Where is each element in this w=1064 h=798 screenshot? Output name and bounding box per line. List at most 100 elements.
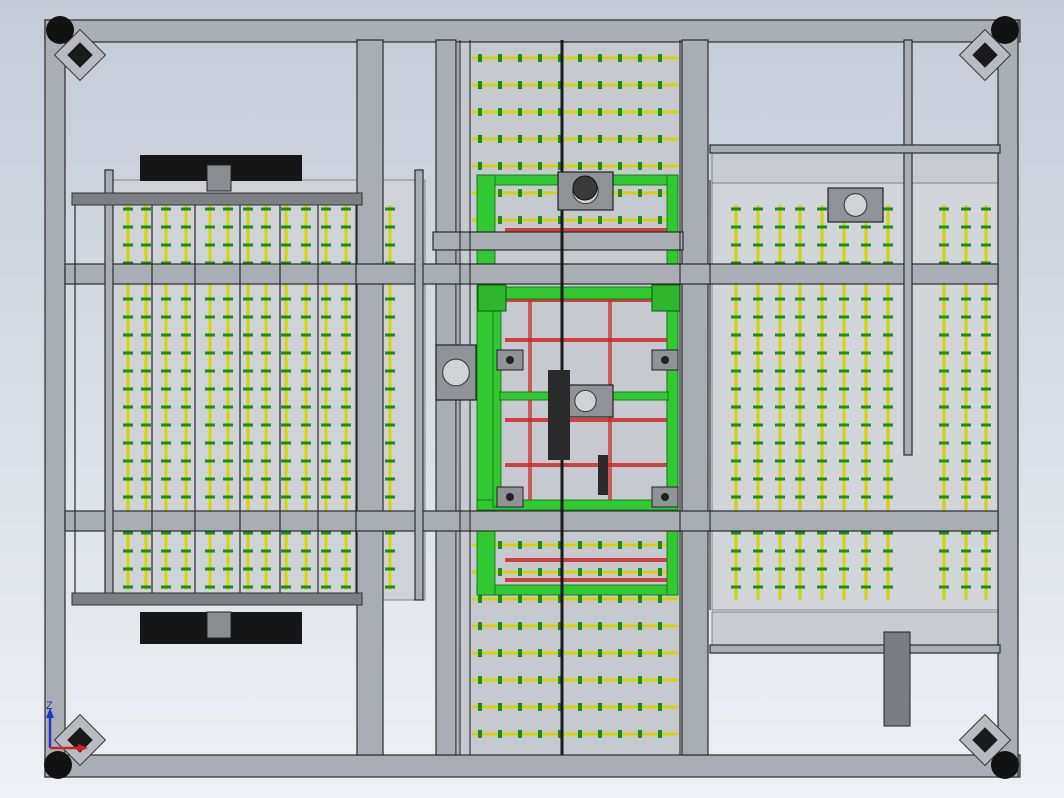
roller-ring [598,135,602,143]
roller-ring [578,649,582,657]
roller-ring [961,297,971,301]
roller-ring [205,441,215,445]
roller-ring [839,531,849,535]
roller-ring [578,676,582,684]
roller-ring [817,585,827,589]
green-frame-bar [476,286,679,300]
roller-ring [261,459,271,463]
roller-ring [961,477,971,481]
roller-ring [638,54,642,62]
roller-ring [753,207,763,211]
roller-ring [341,459,351,463]
roller-ring [223,549,233,553]
cylinder-bolt [506,356,514,364]
roller-ring [861,423,871,427]
roller-ring [961,441,971,445]
roller-ring [181,441,191,445]
roller-ring [861,243,871,247]
roller-ring [223,387,233,391]
roller-ring [731,297,741,301]
roller-ring [861,495,871,499]
roller-ring [817,405,827,409]
roller-ring [961,567,971,571]
roller-ring [243,477,253,481]
roller-ring [658,135,662,143]
roller-ring [538,676,542,684]
roller-ring [598,676,602,684]
roller-ring [598,162,602,170]
roller-ring [478,54,482,62]
roller-ring [385,225,395,229]
roller-ring [598,81,602,89]
roller-ring [638,541,642,549]
roller-ring [243,531,253,535]
roller-ring [385,297,395,301]
roller-ring [161,567,171,571]
roller-ring [638,162,642,170]
roller-ring [161,531,171,535]
roller-ring [753,315,763,319]
roller-ring [205,225,215,229]
roller-ring [618,189,622,197]
roller-ring [618,649,622,657]
roller-ring [123,243,133,247]
roller-ring [321,531,331,535]
roller-ring [223,531,233,535]
roller-ring [385,459,395,463]
roller-ring [618,730,622,738]
roller-ring [123,369,133,373]
roller-ring [658,541,662,549]
roller-ring [618,622,622,630]
roller-ring [795,549,805,553]
roller-ring [961,333,971,337]
roller-ring [141,315,151,319]
frame-right-post [997,19,1019,778]
roller-ring [321,459,331,463]
roller-ring [795,495,805,499]
roller-ring [753,567,763,571]
roller-ring [498,703,502,711]
roller-ring [205,243,215,247]
roller-ring [281,459,291,463]
roller-ring [817,387,827,391]
roller-ring [243,441,253,445]
roller-ring [618,162,622,170]
roller-ring [385,567,395,571]
red-belt [505,578,675,582]
roller-ring [731,531,741,535]
roller-ring [839,567,849,571]
roller-ring [638,135,642,143]
roller-ring [883,567,893,571]
roller-ring [731,423,741,427]
roller-ring [883,459,893,463]
roller-ring [638,649,642,657]
roller-ring [385,387,395,391]
roller-ring [658,622,662,630]
roller-ring [341,351,351,355]
roller-ring [321,585,331,589]
roller-ring [261,423,271,427]
roller-ring [141,387,151,391]
roller-ring [883,441,893,445]
cad-viewport[interactable]: Z [0,0,1064,798]
roller-ring [618,216,622,224]
roller-ring [618,108,622,116]
roller-ring [939,549,949,553]
roller-ring [538,730,542,738]
roller-ring [385,495,395,499]
roller-ring [939,333,949,337]
roller-ring [638,189,642,197]
roller-ring [658,54,662,62]
roller-ring [301,441,311,445]
roller-ring [638,568,642,576]
roller-ring [861,387,871,391]
roller-ring [939,405,949,409]
roller-ring [141,297,151,301]
roller-ring [301,585,311,589]
conveyor-assembly-drawing: Z [0,0,1064,798]
roller-ring [123,459,133,463]
roller-ring [775,369,785,373]
roller-ring [618,568,622,576]
frame-right-column [903,39,913,456]
roller-ring [341,243,351,247]
